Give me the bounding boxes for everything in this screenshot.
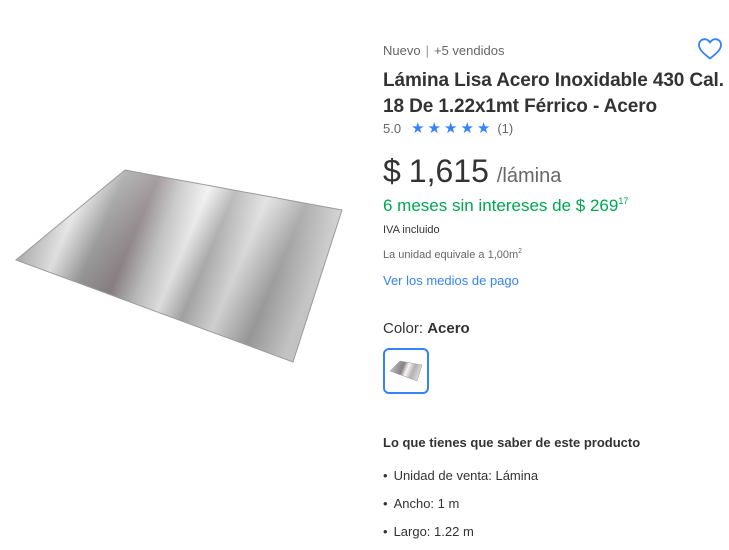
feature-text: Unidad de venta: Lámina [393,468,539,483]
color-selector-label: Color: Acero [383,320,470,337]
price-amount: 1,615 [408,153,489,189]
product-title: Lámina Lisa Acero Inoxidable 430 Cal. 18… [383,70,724,117]
product-image[interactable] [10,160,350,370]
installments-text: 6 meses sin intereses de $ 269 [383,196,619,215]
bullet: • [383,468,388,483]
list-item: • Largo: 1.22 m [383,524,538,550]
condition-label: Nuevo [383,43,421,58]
installments-cents: 17 [618,196,629,206]
features-title: Lo que tienes que saber de este producto [383,435,641,450]
feature-text: Ancho: 1 m [393,496,460,511]
star-icon: ★ [411,120,425,137]
feature-text: Largo: 1.22 m [393,524,474,539]
swatch-thumbnail [389,360,423,382]
price: $ 1,615 /lámina [383,153,561,190]
sold-count: +5 vendidos [433,43,505,58]
unit-equivalence: La unidad equivale a 1,00m2 [383,248,522,261]
color-swatch-acero[interactable] [383,348,429,394]
rating-stars: ★ ★ ★ ★ ★ [411,121,490,136]
color-label: Color: [383,320,424,337]
favorite-button[interactable] [697,37,723,61]
heart-outline-icon [698,38,722,60]
product-gallery [0,0,370,550]
product-subtitle: Nuevo | +5 vendidos [383,43,504,58]
star-icon: ★ [427,120,441,137]
star-icon: ★ [460,120,474,137]
rating-summary[interactable]: 5.0 ★ ★ ★ ★ ★ (1) [383,121,513,136]
features-list: • Unidad de venta: Lámina • Ancho: 1 m • La… [383,468,538,550]
bullet: • [383,496,388,511]
product-info: Nuevo | +5 vendidos Lámina Lisa Acero Inox… [383,0,729,550]
star-icon: ★ [476,120,491,137]
list-item: • Ancho: 1 m [383,496,538,524]
rating-count: (1) [497,121,514,136]
rating-value: 5.0 [383,121,402,136]
bullet: • [383,524,388,539]
unit-equivalence-text: La unidad equivale a 1,00m [383,249,519,261]
color-value: Acero [427,320,470,337]
list-item: • Unidad de venta: Lámina [383,468,538,496]
payment-methods-link[interactable]: Ver los medios de pago [383,273,519,288]
star-icon: ★ [443,120,458,137]
installments-info: 6 meses sin intereses de $ 26917 [383,196,628,216]
price-unit: /lámina [496,165,562,187]
subtitle-separator: | [425,43,429,58]
price-currency: $ [383,153,401,189]
tax-note: IVA incluido [383,224,440,236]
unit-equivalence-sup: 2 [518,248,523,255]
